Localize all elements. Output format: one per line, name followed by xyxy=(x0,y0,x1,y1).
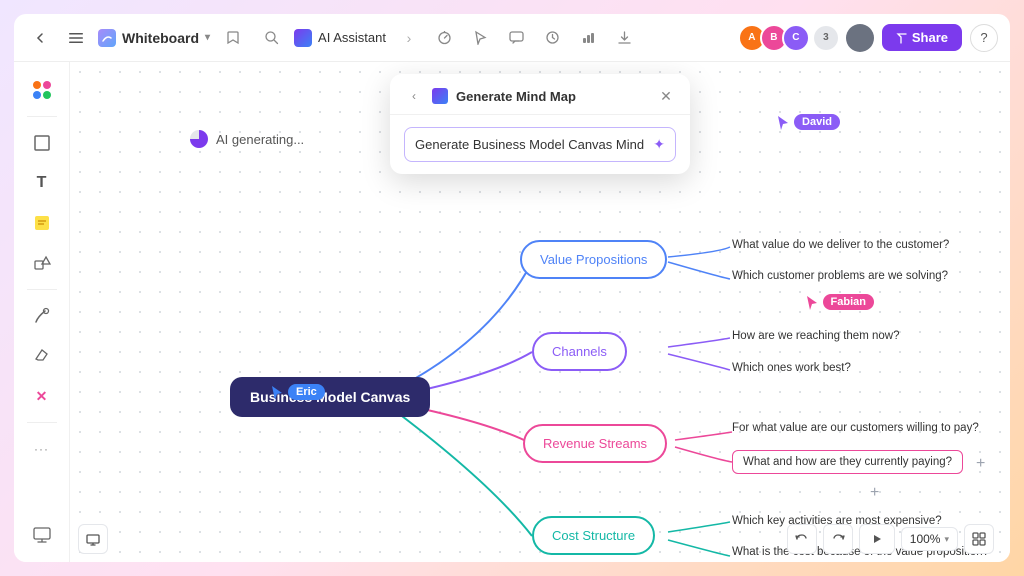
ai-assistant-label: AI Assistant xyxy=(318,30,386,45)
help-label: ? xyxy=(980,30,987,45)
cursor-fabian: Fabian xyxy=(805,294,874,312)
cursor-label-fabian: Fabian xyxy=(823,294,874,310)
cursor-triangle-fabian xyxy=(805,294,819,312)
bottom-bar: 100% ▾ xyxy=(787,524,994,554)
avatar-count: 3 xyxy=(814,26,838,50)
menu-button[interactable] xyxy=(62,24,90,52)
node-channels[interactable]: Channels xyxy=(532,332,627,371)
node-value-propositions-label: Value Propositions xyxy=(540,252,647,267)
node-channels-label: Channels xyxy=(552,344,607,359)
undo-button[interactable] xyxy=(787,524,817,554)
whiteboard-label: Whiteboard xyxy=(122,30,199,46)
download-button[interactable] xyxy=(610,23,640,53)
main-area: T xyxy=(14,62,1010,562)
sidebar-divider-2 xyxy=(27,289,57,290)
cursor-label-david: David xyxy=(794,114,840,130)
node-cost-structure[interactable]: Cost Structure xyxy=(532,516,655,555)
sidebar-divider-3 xyxy=(27,422,57,423)
frame-tool[interactable] xyxy=(24,125,60,161)
leaf-rs2[interactable]: What and how are they currently paying? xyxy=(732,450,963,474)
central-node[interactable]: Business Model Canvas xyxy=(230,377,430,417)
present-full-button[interactable] xyxy=(78,524,108,554)
cursor-triangle-david xyxy=(776,114,790,132)
ai-generating-label: AI generating... xyxy=(216,132,304,147)
popup-input[interactable] xyxy=(415,137,645,152)
plus-add-rs[interactable]: + xyxy=(976,455,985,473)
palette-tool[interactable] xyxy=(24,72,60,108)
leaf-ch2: Which ones work best? xyxy=(732,362,851,374)
plus-add-rs2[interactable]: + xyxy=(870,484,879,502)
cursor-button[interactable] xyxy=(466,23,496,53)
left-sidebar: T xyxy=(14,62,70,562)
pen-tool[interactable] xyxy=(24,298,60,334)
present-button[interactable] xyxy=(24,516,60,552)
whiteboard-title[interactable]: Whiteboard ▾ xyxy=(98,29,210,47)
avatar-single xyxy=(846,24,874,52)
timer-button[interactable] xyxy=(430,23,460,53)
eraser-tool[interactable] xyxy=(24,338,60,374)
color-dots xyxy=(33,81,51,99)
popup-title-text: Generate Mind Map xyxy=(456,89,576,104)
popup-ai-icon xyxy=(432,88,448,104)
node-value-propositions[interactable]: Value Propositions xyxy=(520,240,667,279)
node-revenue-streams-label: Revenue Streams xyxy=(543,436,647,451)
toolbar-icons: › xyxy=(394,23,640,53)
zoom-chevron-icon: ▾ xyxy=(944,534,949,545)
clock-button[interactable] xyxy=(538,23,568,53)
zoom-control[interactable]: 100% ▾ xyxy=(901,527,958,551)
sidebar-bottom xyxy=(24,516,60,552)
popup-back-button[interactable]: ‹ xyxy=(404,86,424,106)
bookmark-button[interactable] xyxy=(218,23,248,53)
avatars-group: A B C 3 xyxy=(744,24,838,52)
leaf-vp1: What value do we deliver to the customer… xyxy=(732,239,949,251)
help-button[interactable]: ? xyxy=(970,24,998,52)
leaf-rs1: For what value are our customers willing… xyxy=(732,422,979,434)
back-button[interactable] xyxy=(26,24,54,52)
leaf-vp2: Which customer problems are we solving? xyxy=(732,270,948,282)
cursor-eric: Eric xyxy=(270,384,325,402)
cursor-david: David xyxy=(776,114,840,132)
chevron-down-icon: ▾ xyxy=(205,32,210,43)
popup-header: ‹ Generate Mind Map ✕ xyxy=(390,74,690,115)
popup-body: ✦ xyxy=(390,115,690,174)
topbar-left: Whiteboard ▾ AI Assistant xyxy=(26,23,386,53)
search-button[interactable] xyxy=(256,23,286,53)
fit-view-button[interactable] xyxy=(964,524,994,554)
topbar-right: A B C 3 Share ? xyxy=(744,24,998,52)
chart-button[interactable] xyxy=(574,23,604,53)
cursor-triangle-eric xyxy=(270,384,284,402)
ai-assistant-button[interactable]: AI Assistant xyxy=(294,29,386,47)
zoom-level: 100% xyxy=(910,532,941,546)
canvas-area[interactable]: AI generating... Business Model Canvas V… xyxy=(70,62,1010,562)
ai-generating: AI generating... xyxy=(190,130,304,148)
ai-spinner xyxy=(190,130,208,148)
share-label: Share xyxy=(912,30,948,45)
more-tools[interactable]: ··· xyxy=(24,431,60,467)
comment-button[interactable] xyxy=(502,23,532,53)
generate-mindmap-popup: ‹ Generate Mind Map ✕ ✦ xyxy=(390,74,690,174)
sticky-tool[interactable] xyxy=(24,205,60,241)
cursor-label-eric: Eric xyxy=(288,384,325,400)
popup-input-row: ✦ xyxy=(404,127,676,162)
popup-close-button[interactable]: ✕ xyxy=(656,86,676,106)
text-tool[interactable]: T xyxy=(24,165,60,201)
leaf-ch1: How are we reaching them now? xyxy=(732,330,899,342)
sidebar-divider-1 xyxy=(27,116,57,117)
topbar: Whiteboard ▾ AI Assistant › xyxy=(14,14,1010,62)
connector-tool[interactable]: ✕ xyxy=(24,378,60,414)
avatar-3: C xyxy=(782,24,810,52)
chevron-right-icon[interactable]: › xyxy=(394,23,424,53)
shapes-tool[interactable] xyxy=(24,245,60,281)
popup-title: ‹ Generate Mind Map xyxy=(404,86,576,106)
present-play-button[interactable] xyxy=(859,524,895,554)
share-button[interactable]: Share xyxy=(882,24,962,51)
bottom-left-area xyxy=(78,524,108,554)
redo-button[interactable] xyxy=(823,524,853,554)
node-cost-structure-label: Cost Structure xyxy=(552,528,635,543)
popup-sparkle-icon: ✦ xyxy=(653,136,665,153)
whiteboard-icon xyxy=(98,29,116,47)
ai-icon xyxy=(294,29,312,47)
node-revenue-streams[interactable]: Revenue Streams xyxy=(523,424,667,463)
topbar-mid: › xyxy=(394,23,736,53)
